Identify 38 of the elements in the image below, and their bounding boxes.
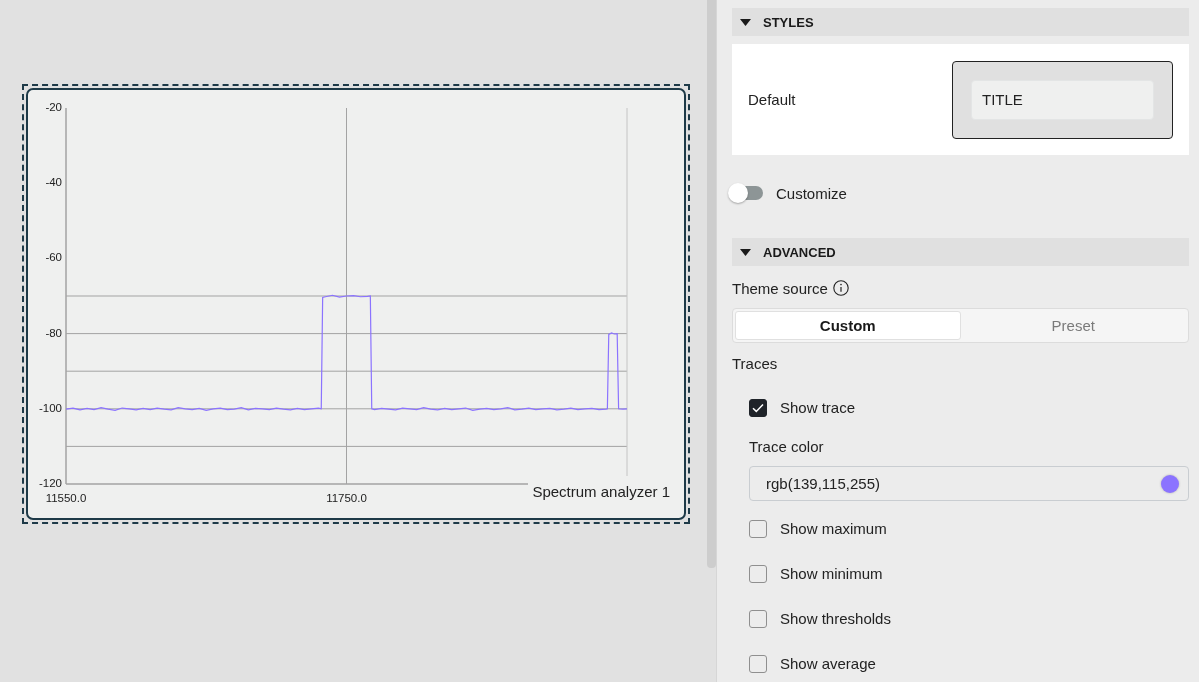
y-tick-label: -60 — [45, 251, 62, 264]
section-header[interactable]: STYLES — [732, 8, 1189, 36]
checkbox-label: Show thresholds — [780, 610, 891, 627]
section-header[interactable]: ADVANCED — [732, 238, 1189, 266]
color-swatch-icon[interactable] — [1161, 474, 1179, 493]
caret-down-icon — [740, 248, 751, 256]
color-input-field[interactable]: rgb(139,115,255) — [749, 466, 1189, 501]
style-preview-tile[interactable]: TITLE — [952, 60, 1173, 139]
field-label: Theme source — [732, 279, 828, 297]
checkbox[interactable] — [749, 398, 767, 417]
checkbox[interactable] — [749, 519, 767, 538]
checkbox-label: Show maximum — [780, 520, 887, 537]
y-tick-label: -40 — [45, 176, 62, 189]
y-tick-label: -80 — [45, 326, 62, 339]
field-label: Trace color — [749, 437, 825, 457]
checkbox-label: Show average — [780, 655, 876, 672]
toggle-label: Customize — [776, 184, 847, 202]
y-tick-label: -100 — [38, 401, 62, 414]
info-icon[interactable] — [832, 280, 849, 296]
caret-down-icon — [740, 18, 751, 26]
x-tick-label: 11550.0 — [45, 492, 87, 505]
toggle-switch[interactable] — [727, 182, 763, 204]
segment-tab[interactable]: Custom — [735, 311, 961, 340]
checkbox[interactable] — [749, 609, 767, 628]
checkbox-label: Show trace — [780, 399, 856, 416]
segment-tab[interactable]: Preset — [960, 311, 1186, 340]
style-label: Default — [748, 91, 796, 108]
x-tick-label: 11750.0 — [326, 492, 367, 505]
y-tick-label: -120 — [38, 477, 62, 490]
chart-title: Spectrum analyzer 1 — [532, 482, 670, 500]
y-tick-label: -20 — [45, 101, 62, 114]
checkbox[interactable] — [749, 654, 767, 673]
scrollbar-thumb[interactable] — [707, 0, 716, 568]
group-label: Traces — [732, 354, 778, 372]
checkbox[interactable] — [749, 564, 767, 583]
check-icon — [752, 402, 764, 413]
title-preview: TITLE — [971, 79, 1154, 120]
checkbox-label: Show minimum — [780, 565, 883, 582]
